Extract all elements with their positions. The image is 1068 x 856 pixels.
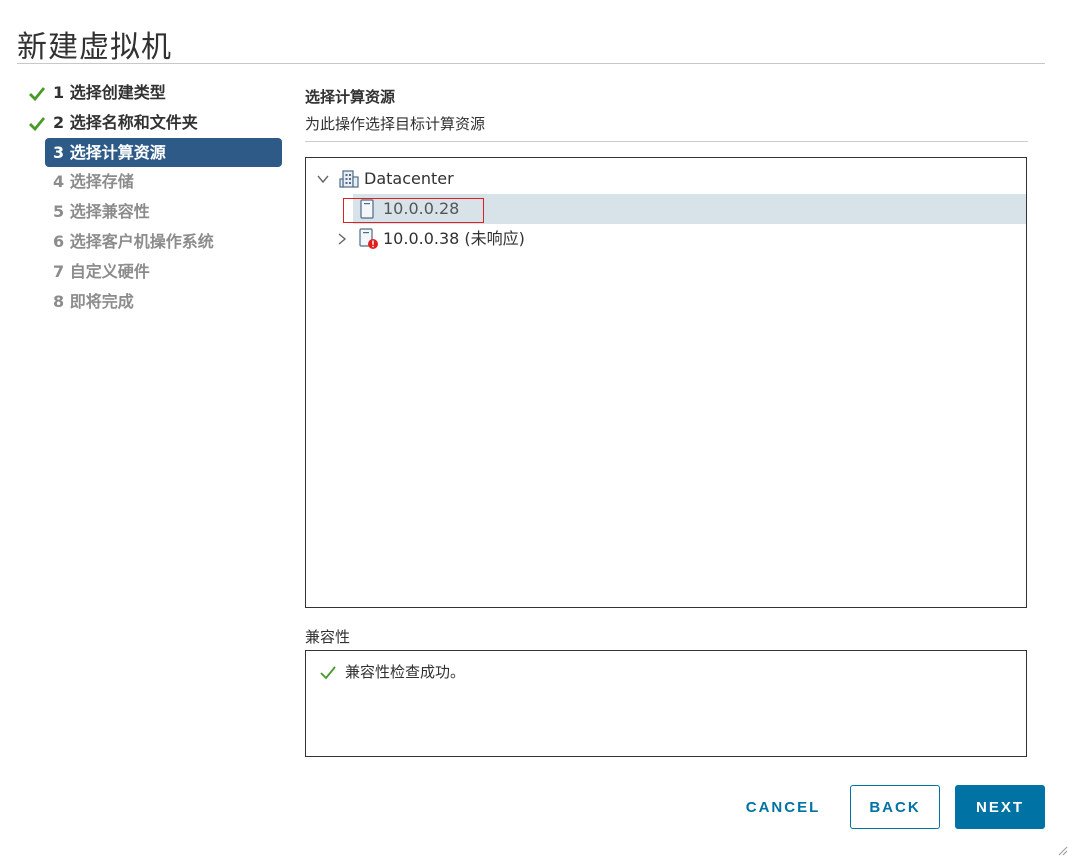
chevron-right-icon[interactable] [335,232,349,246]
host-error-icon [359,228,378,249]
title-divider [17,63,1045,64]
step-label: 3 选择计算资源 [53,143,166,162]
tree-node-label: Datacenter [364,169,454,188]
section-divider [305,141,1028,142]
check-icon [320,666,336,680]
compatibility-message: 兼容性检查成功。 [345,663,466,681]
step-label: 8 即将完成 [53,292,134,311]
tree-node-datacenter[interactable]: Datacenter [306,164,1026,194]
next-button[interactable]: NEXT [955,785,1045,829]
tree-node-host-unresponsive[interactable]: 10.0.0.38 (未响应) [306,224,1026,254]
check-icon [29,87,46,102]
step-2[interactable]: 2 选择名称和文件夹 [24,108,282,138]
step-label: 2 选择名称和文件夹 [53,113,198,132]
section-subtitle: 为此操作选择目标计算资源 [305,115,486,133]
compute-resource-tree[interactable]: Datacenter 10.0.0.28 10.0.0.38 (未响应) [305,157,1027,608]
step-7: 7 自定义硬件 [24,257,282,287]
resize-handle-icon[interactable] [1056,844,1068,856]
chevron-down-icon[interactable] [316,172,330,186]
section-title: 选择计算资源 [305,88,396,106]
step-8: 8 即将完成 [24,287,282,317]
compatibility-label: 兼容性 [305,628,351,646]
step-5: 5 选择兼容性 [24,197,282,227]
step-3[interactable]: 3 选择计算资源 [45,138,282,167]
back-button[interactable]: BACK [850,785,940,829]
step-1[interactable]: 1 选择创建类型 [24,78,282,108]
compatibility-panel: 兼容性检查成功。 [305,650,1027,757]
tree-node-label: 10.0.0.38 (未响应) [383,229,525,248]
dialog-title: 新建虚拟机 [17,30,172,65]
step-label: 6 选择客户机操作系统 [53,232,214,251]
datacenter-icon [339,170,359,188]
step-label: 7 自定义硬件 [53,262,150,281]
step-label: 1 选择创建类型 [53,83,166,102]
wizard-steps: 1 选择创建类型 2 选择名称和文件夹 3 选择计算资源 4 选择存储 5 选择… [24,78,282,317]
step-label: 5 选择兼容性 [53,202,150,221]
step-6: 6 选择客户机操作系统 [24,227,282,257]
check-icon [29,117,46,132]
highlight-box [343,198,484,223]
cancel-button[interactable]: CANCEL [735,785,831,829]
step-4: 4 选择存储 [24,167,282,197]
step-label: 4 选择存储 [53,172,134,191]
